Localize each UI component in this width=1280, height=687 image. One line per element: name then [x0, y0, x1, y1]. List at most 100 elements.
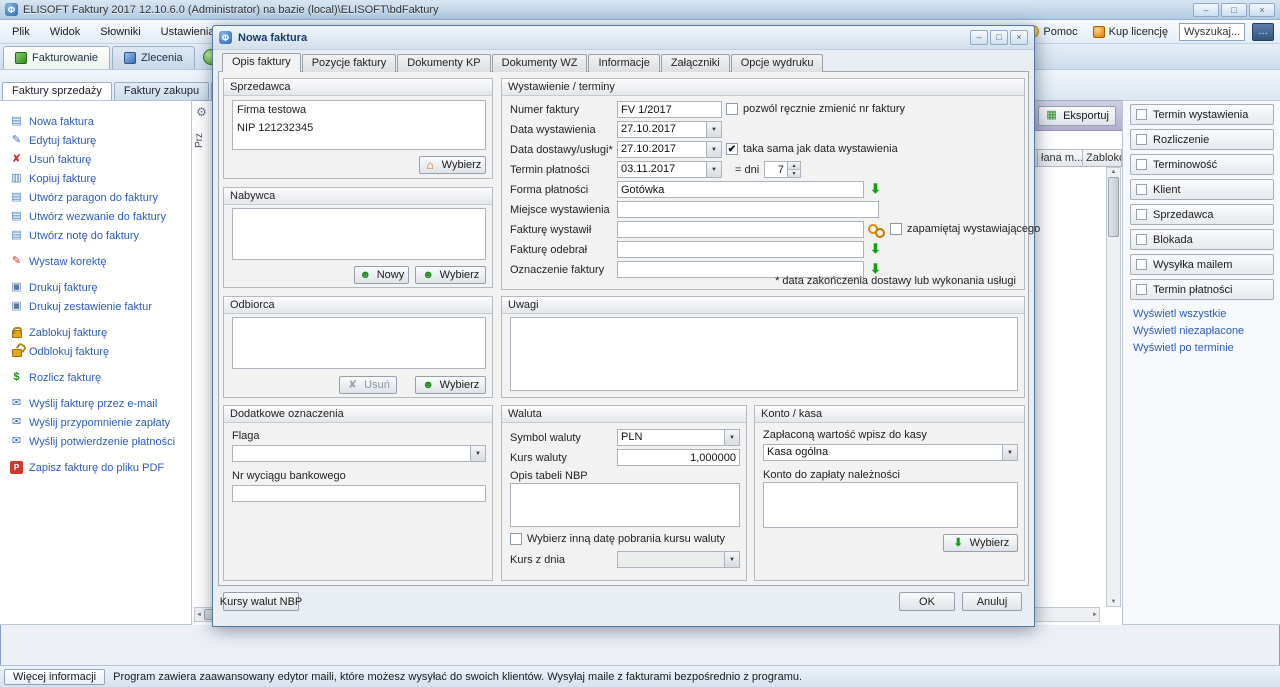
- sidebar-item-odblokuj-fakture[interactable]: Odblokuj fakturę: [0, 342, 191, 361]
- cancel-button[interactable]: Anuluj: [962, 592, 1022, 611]
- dialog-maximize-button[interactable]: [990, 30, 1008, 45]
- tab-fakturowanie[interactable]: Fakturowanie: [3, 46, 111, 69]
- same-date-checkbox[interactable]: taka sama jak data wystawienia: [726, 143, 898, 155]
- dialog-close-button[interactable]: [1010, 30, 1028, 45]
- sidebar-item-drukuj-zestawienie[interactable]: Drukuj zestawienie faktur: [0, 297, 191, 316]
- dialog-tab-dokumenty-kp[interactable]: Dokumenty KP: [397, 54, 491, 72]
- sidebar-item-edytuj-fakture[interactable]: Edytuj fakturę: [0, 131, 191, 150]
- search-button[interactable]: [1252, 22, 1274, 41]
- correction-icon: [10, 255, 23, 268]
- payment-form-pick-icon[interactable]: [868, 181, 883, 197]
- link-wyswietl-niezaplacone[interactable]: Wyświetl niezapłacone: [1133, 325, 1244, 337]
- link-wyswietl-po-terminie[interactable]: Wyświetl po terminie: [1133, 342, 1234, 354]
- receiver-choose-button[interactable]: Wybierz: [415, 376, 486, 394]
- ok-button[interactable]: OK: [899, 592, 955, 611]
- invoice-number-input[interactable]: [617, 101, 722, 118]
- filter-termin-wystawienia[interactable]: Termin wystawienia: [1130, 104, 1274, 125]
- subtab-faktury-zakupu[interactable]: Faktury zakupu: [113, 82, 210, 100]
- search-input[interactable]: [1179, 22, 1245, 41]
- cash-register-label: Zapłaconą wartość wpisz do kasy: [763, 429, 927, 441]
- issue-place-input[interactable]: [617, 201, 879, 218]
- notes-textarea[interactable]: [510, 317, 1018, 391]
- sidebar-item-rozlicz-fakture[interactable]: Rozlicz fakturę: [0, 368, 191, 387]
- scroll-right-icon[interactable]: ►: [1092, 612, 1098, 618]
- scroll-left-icon[interactable]: ◄: [196, 612, 202, 618]
- more-info-button[interactable]: Więcej informacji: [4, 668, 106, 685]
- buyer-choose-button[interactable]: Wybierz: [415, 266, 486, 284]
- manual-number-checkbox[interactable]: pozwól ręcznie zmienić nr faktury: [726, 103, 905, 115]
- dialog-tab-opis-faktury[interactable]: Opis faktury: [222, 53, 301, 72]
- sidebar-item-wyslij-przypomnienie[interactable]: Wyślij przypomnienie zapłaty: [0, 413, 191, 432]
- filter-sprzedawca[interactable]: Sprzedawca: [1130, 204, 1274, 225]
- cash-register-select[interactable]: Kasa ogólna: [763, 444, 1018, 461]
- dialog-tab-zalaczniki[interactable]: Załączniki: [660, 54, 730, 72]
- payment-account-textarea[interactable]: [763, 482, 1018, 528]
- link-wyswietl-wszystkie[interactable]: Wyświetl wszystkie: [1133, 308, 1226, 320]
- other-rate-date-checkbox[interactable]: Wybierz inną datę pobrania kursu waluty: [510, 533, 725, 545]
- account-choose-button[interactable]: Wybierz: [943, 534, 1018, 552]
- issue-date-select[interactable]: 27.10.2017: [617, 121, 722, 138]
- dialog-tab-pozycje-faktury[interactable]: Pozycje faktury: [301, 54, 397, 72]
- sidebar-item-nowa-faktura[interactable]: Nowa faktura: [0, 112, 191, 131]
- tab-zlecenia[interactable]: Zlecenia: [112, 46, 195, 69]
- scroll-up-icon[interactable]: ▲: [1111, 169, 1117, 175]
- due-date-select[interactable]: 03.11.2017: [617, 161, 722, 178]
- sidebar-item-utworz-paragon[interactable]: Utwórz paragon do faktury: [0, 188, 191, 207]
- filter-blokada[interactable]: Blokada: [1130, 229, 1274, 250]
- seller-choose-button[interactable]: Wybierz: [419, 156, 486, 174]
- dialog-tab-dokumenty-wz[interactable]: Dokumenty WZ: [491, 54, 588, 72]
- sidebar-item-wystaw-korekte[interactable]: Wystaw korektę: [0, 252, 191, 271]
- vertical-scrollbar[interactable]: ▲ ▼: [1106, 167, 1121, 607]
- scrollbar-thumb[interactable]: [1108, 177, 1119, 237]
- flag-select[interactable]: [232, 445, 486, 462]
- sidebar-item-utworz-wezwanie[interactable]: Utwórz wezwanie do faktury: [0, 207, 191, 226]
- spinner-down-icon[interactable]: [788, 169, 800, 177]
- sidebar-item-wyslij-potwierdzenie[interactable]: Wyślij potwierdzenie płatności: [0, 432, 191, 451]
- scroll-down-icon[interactable]: ▼: [1111, 599, 1117, 605]
- issued-by-input[interactable]: [617, 221, 864, 238]
- sidebar-item-drukuj-fakture[interactable]: Drukuj fakturę: [0, 278, 191, 297]
- received-by-input[interactable]: [617, 241, 864, 258]
- menu-slowniki[interactable]: Słowniki: [90, 22, 150, 42]
- currency-symbol-select[interactable]: PLN: [617, 429, 740, 446]
- remember-issuer-checkbox[interactable]: zapamiętaj wystawiającego: [890, 223, 1040, 235]
- sidebar-item-wyslij-email[interactable]: Wyślij fakturę przez e-mail: [0, 394, 191, 413]
- received-by-pick-icon[interactable]: [868, 241, 883, 257]
- filter-klient[interactable]: Klient: [1130, 179, 1274, 200]
- dialog-tab-informacje[interactable]: Informacje: [588, 54, 660, 72]
- nbp-description-textarea[interactable]: [510, 483, 740, 527]
- grid-settings-icon[interactable]: [195, 105, 208, 118]
- sidebar-item-kopiuj-fakture[interactable]: Kopiuj fakturę: [0, 169, 191, 188]
- dialog-minimize-button[interactable]: [970, 30, 988, 45]
- minimize-button[interactable]: [1193, 2, 1219, 17]
- nbp-rates-button[interactable]: Kursy walut NBP: [220, 592, 302, 611]
- sidebar-item-zablokuj-fakture[interactable]: Zablokuj fakturę: [0, 323, 191, 342]
- maximize-button[interactable]: [1221, 2, 1247, 17]
- payment-form-input[interactable]: [617, 181, 864, 198]
- delivery-date-select[interactable]: 27.10.2017: [617, 141, 722, 158]
- sidebar-item-utworz-note[interactable]: Utwórz notę do faktury: [0, 226, 191, 245]
- sidebar-item-zapisz-pdf[interactable]: Zapisz fakturę do pliku PDF: [0, 458, 191, 477]
- filter-rozliczenie[interactable]: Rozliczenie: [1130, 129, 1274, 150]
- days-spinner[interactable]: 7: [764, 161, 801, 178]
- menu-widok[interactable]: Widok: [40, 22, 91, 42]
- column-header-fragment[interactable]: Zabloko: [1083, 149, 1122, 167]
- menu-plik[interactable]: Plik: [2, 22, 40, 42]
- column-header-fragment[interactable]: łana m...: [1037, 149, 1083, 167]
- subtab-faktury-sprzedazy[interactable]: Faktury sprzedaży: [2, 82, 112, 100]
- buyer-new-button[interactable]: Nowy: [354, 266, 409, 284]
- issuer-keys-icon[interactable]: [868, 222, 885, 238]
- bank-statement-input[interactable]: [232, 485, 486, 502]
- export-button[interactable]: Eksportuj: [1038, 105, 1116, 126]
- spinner-up-icon[interactable]: [788, 162, 800, 169]
- receiver-remove-button[interactable]: Usuń: [339, 376, 397, 394]
- days-label: = dni: [735, 164, 760, 176]
- currency-rate-input[interactable]: [617, 449, 740, 466]
- sidebar-item-usun-fakture[interactable]: Usuń fakturę: [0, 150, 191, 169]
- buy-license-menu[interactable]: Kup licencję: [1089, 24, 1172, 40]
- filter-wysylka-mailem[interactable]: Wysyłka mailem: [1130, 254, 1274, 275]
- close-button[interactable]: [1249, 2, 1275, 17]
- dialog-tab-opcje-wydruku[interactable]: Opcje wydruku: [730, 54, 824, 72]
- filter-termin-platnosci[interactable]: Termin płatności: [1130, 279, 1274, 300]
- filter-terminowosc[interactable]: Terminowość: [1130, 154, 1274, 175]
